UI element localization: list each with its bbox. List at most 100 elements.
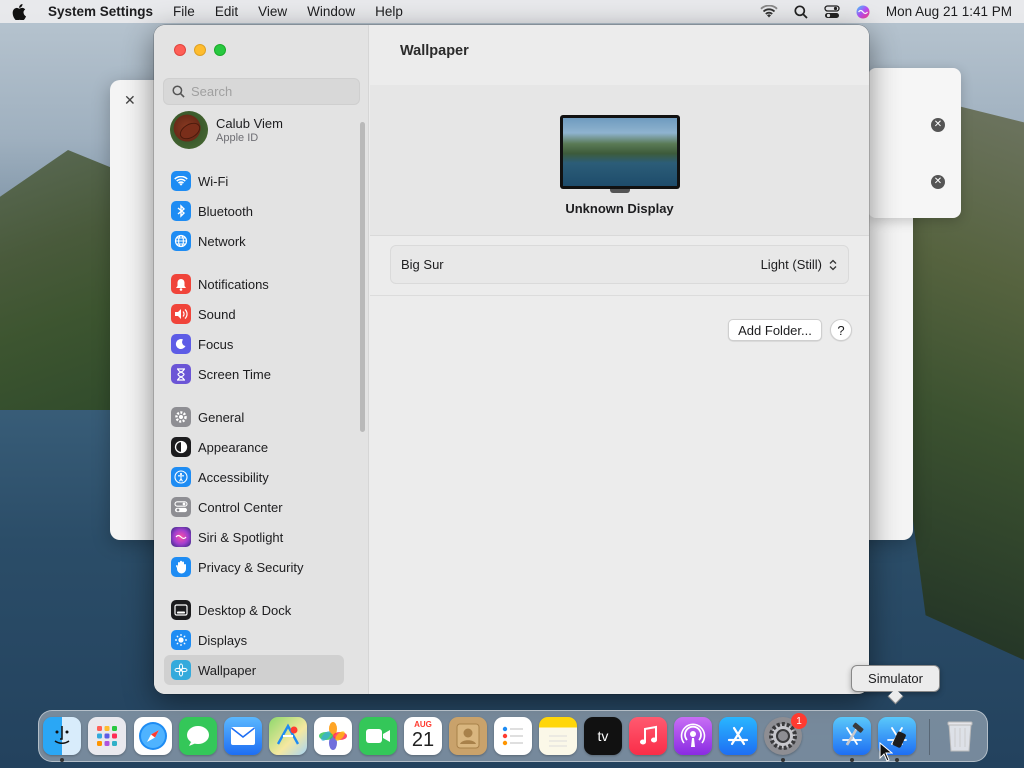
zoom-window-button[interactable] — [214, 44, 226, 56]
menu-view[interactable]: View — [258, 4, 287, 19]
menu-app-name[interactable]: System Settings — [48, 4, 153, 19]
messages-icon[interactable] — [179, 717, 217, 755]
sidebar-item-general[interactable]: General — [164, 404, 344, 430]
sidebar-item-screen-time[interactable]: Screen Time — [164, 361, 344, 387]
flower-icon — [171, 660, 191, 680]
search-field[interactable] — [163, 78, 360, 105]
sidebar-item-focus[interactable]: Focus — [164, 331, 344, 357]
page-title: Wallpaper — [400, 43, 469, 59]
accessibility-icon — [171, 467, 191, 487]
apple-id-profile[interactable]: Calub Viem Apple ID — [170, 111, 283, 149]
reminders-icon[interactable] — [494, 717, 532, 755]
xcode-icon[interactable] — [833, 717, 871, 755]
sidebar-item-notifications[interactable]: Notifications — [164, 271, 344, 297]
sidebar-item-control-center[interactable]: Control Center — [164, 494, 344, 520]
sidebar-item-wifi[interactable]: Wi-Fi — [164, 168, 344, 194]
apple-menu-icon[interactable] — [12, 3, 30, 20]
chevron-updown-icon — [828, 259, 838, 271]
apple-tv-icon[interactable]: tv — [584, 717, 622, 755]
add-folder-button[interactable]: Add Folder... — [728, 319, 822, 341]
trash-icon[interactable] — [941, 717, 979, 755]
sidebar-item-siri-spotlight[interactable]: Siri & Spotlight — [164, 524, 344, 550]
sidebar-item-wallpaper[interactable]: Wallpaper — [164, 655, 344, 685]
control-center-icon[interactable] — [824, 4, 840, 19]
photos-icon[interactable] — [314, 717, 352, 755]
sidebar-item-sound[interactable]: Sound — [164, 301, 344, 327]
window-controls — [174, 44, 226, 56]
bell-icon — [171, 274, 191, 294]
sidebar-item-label: Screen Time — [198, 366, 271, 382]
finder-icon[interactable] — [43, 717, 81, 755]
sidebar-item-network[interactable]: Network — [164, 228, 344, 254]
siri-icon[interactable] — [856, 5, 870, 19]
maps-icon[interactable] — [269, 717, 307, 755]
sidebar-item-label: Focus — [198, 336, 234, 352]
close-icon[interactable]: ✕ — [124, 92, 136, 109]
remove-circle-icon[interactable]: ✕ — [931, 118, 945, 132]
sidebar-item-label: Network — [198, 233, 246, 249]
safari-icon[interactable] — [134, 717, 172, 755]
wifi-status-icon[interactable] — [760, 4, 778, 19]
dock-icon — [171, 600, 191, 620]
menu-clock[interactable]: Mon Aug 21 1:41 PM — [886, 4, 1012, 19]
appearance-icon — [171, 437, 191, 457]
siri-icon — [171, 527, 191, 547]
wallpaper-thumbnail — [563, 118, 677, 186]
hand-icon — [171, 557, 191, 577]
content-pane: Wallpaper Unknown Display Big Sur Light … — [370, 25, 869, 694]
monitor-stand — [610, 189, 630, 193]
close-window-button[interactable] — [174, 44, 186, 56]
sidebar-item-label: Sound — [198, 306, 236, 322]
sun-icon — [171, 630, 191, 650]
menu-window[interactable]: Window — [307, 4, 355, 19]
apple-tv-label: tv — [597, 728, 609, 744]
calendar-month: AUG — [414, 720, 432, 729]
system-settings-window: Calub Viem Apple ID Wi-Fi Bluetooth — [154, 25, 869, 694]
calendar-icon[interactable]: AUG 21 — [404, 717, 442, 755]
notes-icon[interactable] — [539, 717, 577, 755]
sidebar-list: Calub Viem Apple ID Wi-Fi Bluetooth Netw… — [154, 111, 359, 694]
menu-edit[interactable]: Edit — [215, 4, 238, 19]
sidebar-item-desktop-dock[interactable]: Desktop & Dock — [164, 597, 344, 623]
minimize-window-button[interactable] — [194, 44, 206, 56]
display-preview-area: Unknown Display — [370, 85, 869, 235]
toggles-icon — [171, 497, 191, 517]
sidebar-item-bluetooth[interactable]: Bluetooth — [164, 198, 344, 224]
sidebar-item-accessibility[interactable]: Accessibility — [164, 464, 344, 490]
sidebar-item-privacy-security[interactable]: Privacy & Security — [164, 554, 344, 580]
remove-circle-icon[interactable]: ✕ — [931, 175, 945, 189]
sidebar-item-label: Accessibility — [198, 469, 269, 485]
menu-bar: System Settings File Edit View Window He… — [0, 0, 1024, 23]
sidebar-item-label: Bluetooth — [198, 203, 253, 219]
search-input[interactable] — [191, 84, 351, 99]
sidebar-item-label: Control Center — [198, 499, 283, 515]
wallpaper-name: Big Sur — [401, 257, 444, 272]
wifi-icon — [171, 171, 191, 191]
menu-help[interactable]: Help — [375, 4, 403, 19]
search-icon — [172, 85, 185, 98]
mail-icon[interactable] — [224, 717, 262, 755]
globe-icon — [171, 231, 191, 251]
sidebar: Calub Viem Apple ID Wi-Fi Bluetooth — [154, 25, 369, 694]
divider — [370, 295, 869, 296]
sidebar-item-label: Wallpaper — [198, 662, 257, 678]
help-button[interactable]: ? — [830, 319, 852, 341]
sidebar-item-appearance[interactable]: Appearance — [164, 434, 344, 460]
moon-icon — [171, 334, 191, 354]
sidebar-scrollbar[interactable] — [360, 122, 365, 432]
sidebar-item-displays[interactable]: Displays — [164, 627, 344, 653]
launchpad-icon[interactable] — [88, 717, 126, 755]
menu-file[interactable]: File — [173, 4, 195, 19]
dock-separator — [929, 719, 930, 755]
facetime-icon[interactable] — [359, 717, 397, 755]
spotlight-search-icon[interactable] — [794, 4, 808, 19]
wallpaper-mode-value: Light (Still) — [760, 257, 822, 272]
app-store-icon[interactable] — [719, 717, 757, 755]
running-indicator — [60, 758, 64, 762]
wallpaper-mode-popup[interactable]: Light (Still) — [761, 257, 838, 272]
music-icon[interactable] — [629, 717, 667, 755]
running-indicator — [850, 758, 854, 762]
sidebar-item-label: General — [198, 409, 245, 425]
contacts-icon[interactable] — [449, 717, 487, 755]
podcasts-icon[interactable] — [674, 717, 712, 755]
